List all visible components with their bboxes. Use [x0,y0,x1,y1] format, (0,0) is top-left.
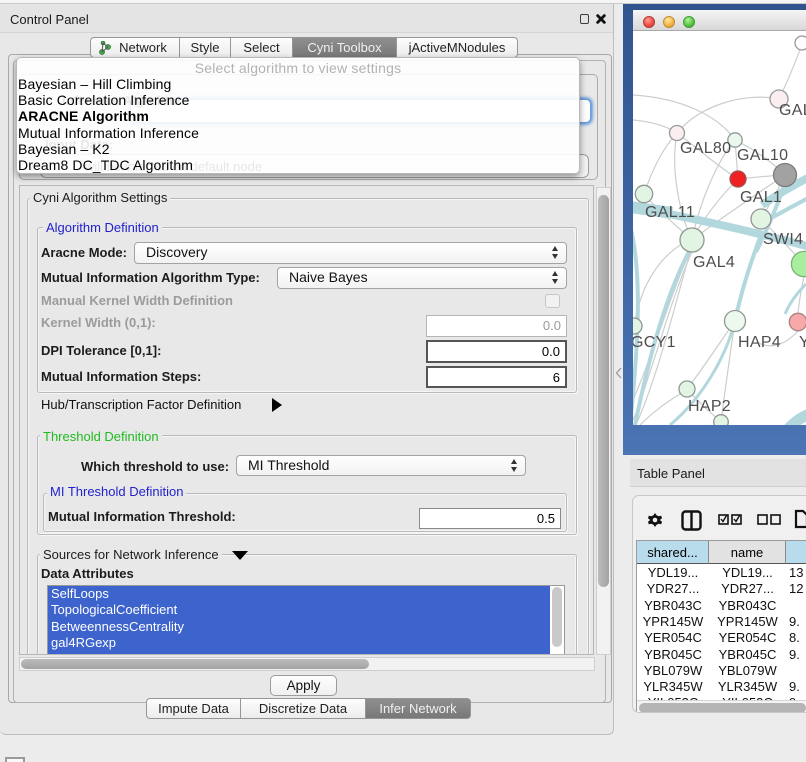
svg-text:GCY1: GCY1 [633,334,676,351]
svg-text:GAL2: GAL2 [779,102,806,119]
svg-text:GAL10: GAL10 [737,147,788,164]
svg-text:HAP4: HAP4 [738,334,781,351]
svg-text:GAL1: GAL1 [740,189,782,206]
svg-text:HAP2: HAP2 [688,398,731,415]
svg-text:GAL4: GAL4 [693,254,735,271]
svg-text:GAL11: GAL11 [645,204,695,221]
svg-text:Y: Y [799,334,806,351]
svg-text:GAL80: GAL80 [680,140,731,157]
svg-text:SWI4: SWI4 [763,231,803,248]
